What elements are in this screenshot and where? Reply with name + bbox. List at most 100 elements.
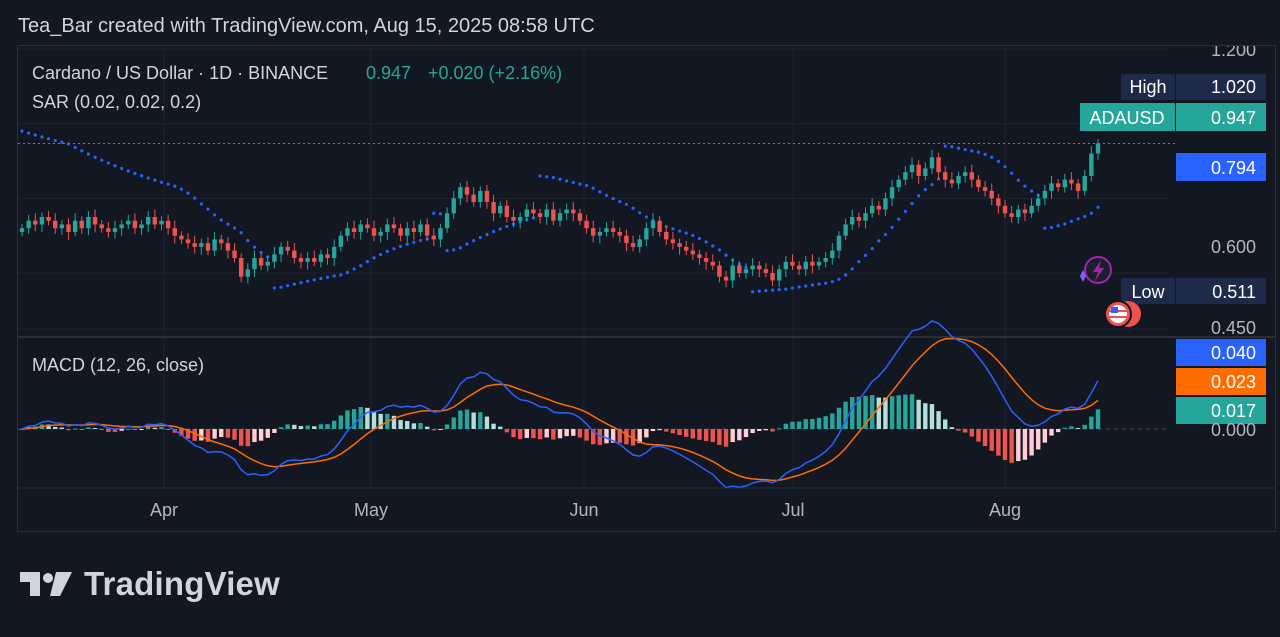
histogram-bar [1002,429,1008,461]
sar-dot [345,270,350,275]
sar-dot [996,159,1000,163]
histogram-bar [717,429,722,445]
us-flag-icon[interactable] [1104,300,1141,328]
candle-body [830,250,835,259]
candle-body [1029,205,1034,214]
sar-dot [73,145,77,150]
candle-body [1022,209,1028,214]
candle-body [106,228,111,232]
candle-body [610,228,616,232]
macd-zero-tick: 0.000 [1211,420,1256,440]
sar-dot [179,187,184,191]
sar-dot [146,176,150,180]
histogram-bar [418,423,423,429]
sar-dot [976,150,981,154]
histogram-bar [66,429,71,431]
candle-body [843,224,848,236]
histogram-bar [431,429,437,431]
histogram-bar [285,424,290,429]
histogram-bar [258,429,264,441]
sar-dot [193,196,197,200]
sar-dot [910,201,914,206]
candle-body [245,269,251,277]
candle-body [26,220,31,229]
sar-dot [325,275,330,279]
candle-body [743,269,749,273]
chart-svg: Cardano / US Dollar · 1D · BINANCE 0.947… [18,40,1275,520]
sar-dot [232,226,237,230]
candle-body [451,198,456,214]
histogram-bar [305,425,310,429]
histogram-bar [962,429,968,433]
sar-dot [963,148,967,152]
candle-body [172,228,177,236]
sar-dot [697,236,702,241]
histogram-bar [99,429,104,430]
candle-body [537,213,543,217]
histogram-bar [683,429,689,437]
histogram-bar [796,421,802,429]
histogram-bar [1095,409,1101,429]
histogram-bar [982,429,988,447]
histogram-bar [1089,416,1094,429]
histogram-bar [484,416,490,429]
candle-body [737,265,742,273]
candle-body [584,220,589,229]
candle-body [391,224,397,229]
candle-body [79,220,84,229]
sar-dot [943,144,947,148]
candle-body [544,209,549,217]
histogram-bar [1069,426,1074,429]
histogram-bar [1016,429,1021,462]
sar-dot [1023,184,1027,188]
candle-body [564,209,569,214]
candle-body [624,235,629,244]
candle-body [982,187,988,191]
sar-dot [1056,224,1060,228]
sar-dot [777,288,781,292]
histogram-bar [1049,429,1054,436]
sar-dot [53,138,57,143]
candle-body [458,187,463,199]
sar-dot [1096,205,1100,209]
candle-body [883,198,888,210]
histogram-bar [677,429,682,436]
sar-dot [611,197,615,201]
sar-dot [458,246,462,250]
histogram-bar [923,403,928,429]
histogram-bar [989,429,994,451]
x-tick-aug: Aug [989,500,1021,520]
last-price-axis: 0.947 [1211,108,1256,128]
sar-dot [870,246,874,251]
lightning-icon[interactable] [1080,256,1112,284]
sar-dot [903,209,907,213]
sar-dot [604,193,609,197]
sar-dot [618,199,622,204]
candle-body [318,254,324,262]
sar-dot [824,281,828,285]
sar-dot [691,233,695,238]
candle-body [219,239,224,244]
candle-body [850,217,855,225]
sar-dot [279,285,283,289]
histogram-bar [1022,429,1028,460]
sar-dot [418,238,423,243]
candle-body [478,190,483,203]
tradingview-logo[interactable]: TradingView [20,565,280,603]
x-tick-may: May [354,500,388,520]
sar-dot [1029,189,1034,193]
candle-body [424,224,430,236]
sar-dot [804,284,808,288]
sar-dot [292,282,296,286]
sar-dot [591,186,595,190]
candle-body [225,243,231,251]
histogram-bar [657,429,662,431]
candle-body [498,205,503,214]
candle-body [66,224,71,232]
sar-dot [133,171,137,176]
candle-body [511,217,516,221]
sar-dot [711,244,715,248]
candle-body [1062,179,1067,188]
histogram-bar [664,429,669,432]
histogram-bar [338,415,344,429]
